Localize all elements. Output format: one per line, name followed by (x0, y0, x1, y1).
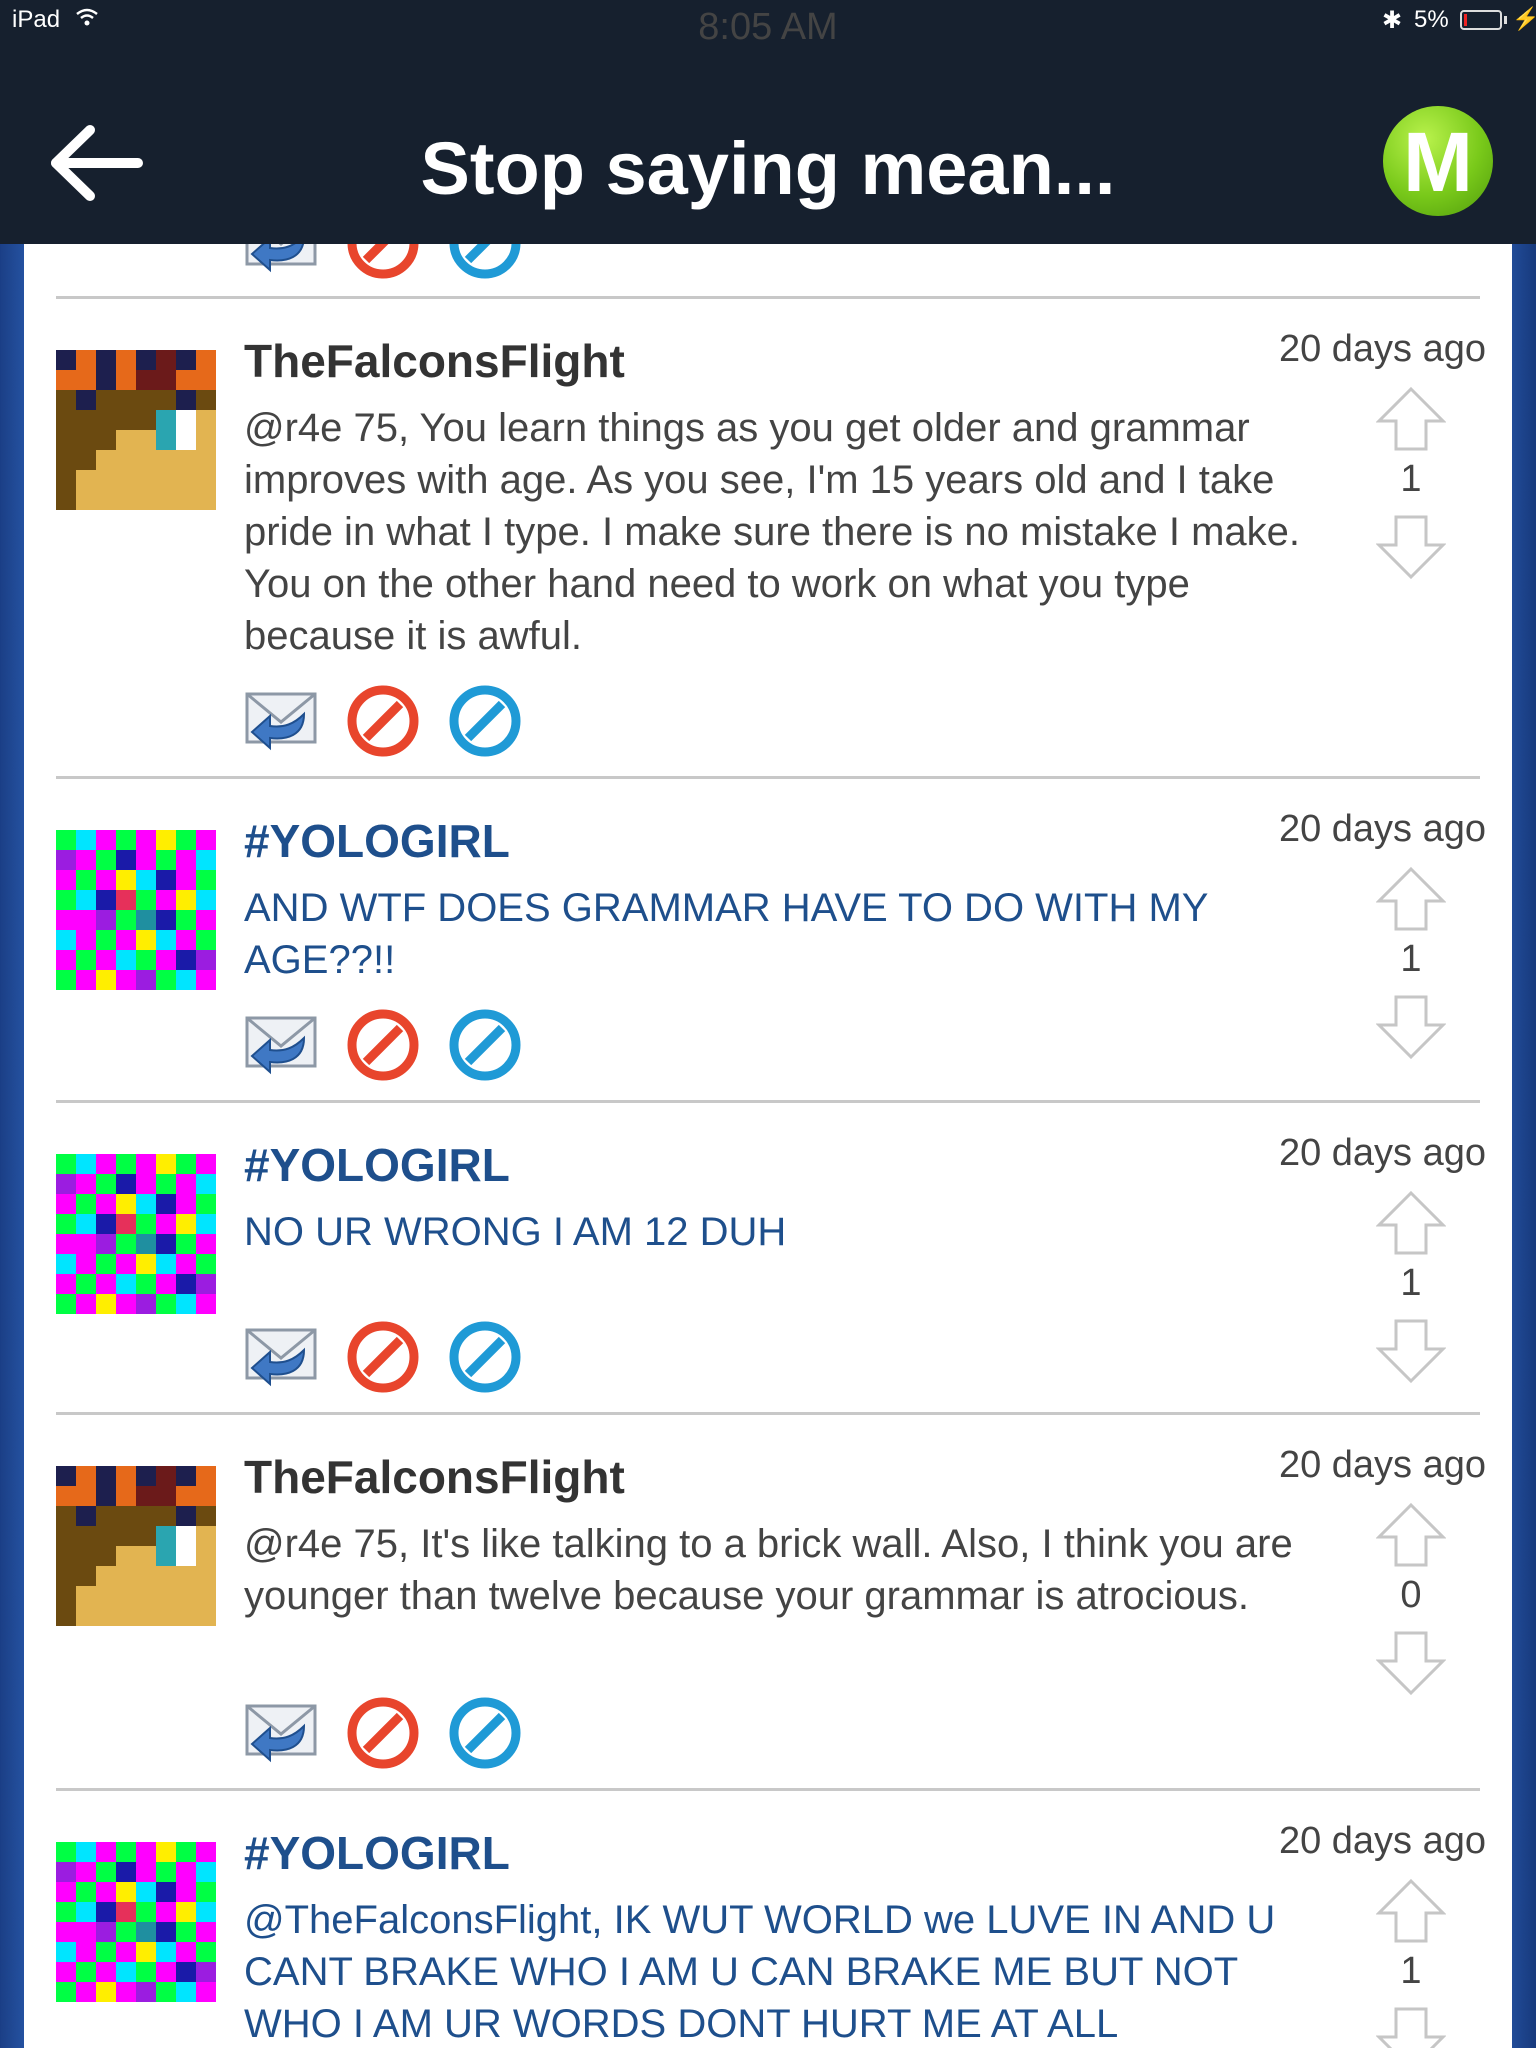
vote-score: 1 (1400, 458, 1422, 500)
charging-bolt-icon: ⚡ (1512, 6, 1536, 31)
avatar[interactable] (56, 830, 216, 990)
upvote-arrow-icon[interactable] (1376, 1878, 1446, 1944)
comment-text: NO UR WRONG I AM 12 DUH (244, 1210, 787, 1254)
avatar[interactable] (56, 1842, 216, 2002)
comment-list[interactable]: TheFalconsFlight 20 days ago @r4e 75, Yo… (24, 244, 1512, 2048)
vote-score: 0 (1400, 1574, 1422, 1616)
upvote-arrow-icon[interactable] (1376, 1190, 1446, 1256)
comment-text: @r4e 75, You learn things as you get old… (244, 406, 1301, 658)
comment-timestamp: 20 days ago (1278, 808, 1486, 850)
comment-timestamp: 20 days ago (1278, 328, 1486, 370)
comment-timestamp: 20 days ago (1278, 1820, 1486, 1862)
vote-score: 1 (1400, 1950, 1422, 1992)
reply-envelope-icon[interactable] (244, 684, 318, 758)
downvote-arrow-icon[interactable] (1376, 514, 1446, 580)
downvote-arrow-icon[interactable] (1376, 2006, 1446, 2048)
comment-username[interactable]: #YOLOGIRL (244, 1138, 510, 1192)
logo-letter: M (1403, 115, 1473, 209)
reply-envelope-icon[interactable] (244, 1320, 318, 1394)
battery-icon (1460, 10, 1502, 30)
upvote-arrow-icon[interactable] (1376, 386, 1446, 452)
comment-text: @r4e 75, It's like talking to a brick wa… (244, 1522, 1293, 1618)
comment-username[interactable]: #YOLOGIRL (244, 1826, 510, 1880)
divider (56, 1788, 1480, 1791)
vote-score: 1 (1400, 938, 1422, 980)
upvote-arrow-icon[interactable] (1376, 1502, 1446, 1568)
battery-nub (1504, 16, 1507, 24)
avatar[interactable] (56, 1154, 216, 1314)
avatar[interactable] (56, 1466, 216, 1626)
block-red-icon[interactable] (346, 1696, 420, 1770)
vote-score: 1 (1400, 1262, 1422, 1304)
ignore-blue-icon[interactable] (448, 1008, 522, 1082)
divider (56, 1100, 1480, 1103)
ignore-blue-icon[interactable] (448, 244, 522, 280)
status-bar: iPad 8:05 AM ✱ 5% ⚡ (0, 0, 1536, 48)
reply-envelope-icon[interactable] (244, 244, 318, 280)
ignore-blue-icon[interactable] (448, 684, 522, 758)
block-red-icon[interactable] (346, 1008, 420, 1082)
block-red-icon[interactable] (346, 684, 420, 758)
comment-timestamp: 20 days ago (1278, 1444, 1486, 1486)
comment-timestamp: 20 days ago (1278, 1132, 1486, 1174)
avatar[interactable] (56, 350, 216, 510)
comment-username[interactable]: TheFalconsFlight (244, 1450, 625, 1504)
page-title: Stop saying mean... (420, 127, 1116, 210)
downvote-arrow-icon[interactable] (1376, 1630, 1446, 1696)
nav-bar: Stop saying mean... M (0, 42, 1536, 244)
block-red-icon[interactable] (346, 244, 420, 280)
block-red-icon[interactable] (346, 1320, 420, 1394)
ignore-blue-icon[interactable] (448, 1696, 522, 1770)
app-logo-button[interactable]: M (1383, 106, 1493, 216)
divider (56, 296, 1480, 299)
battery-percent: 5% (1414, 6, 1449, 33)
ignore-blue-icon[interactable] (448, 1320, 522, 1394)
comment-text: @TheFalconsFlight, IK WUT WORLD we LUVE … (244, 1898, 1276, 2046)
bluetooth-icon: ✱ (1382, 7, 1403, 34)
reply-envelope-icon[interactable] (244, 1696, 318, 1770)
downvote-arrow-icon[interactable] (1376, 1318, 1446, 1384)
comment-text: AND WTF DOES GRAMMAR HAVE TO DO WITH MY … (244, 886, 1208, 982)
comment-username[interactable]: #YOLOGIRL (244, 814, 510, 868)
comment-username[interactable]: TheFalconsFlight (244, 334, 625, 388)
upvote-arrow-icon[interactable] (1376, 866, 1446, 932)
downvote-arrow-icon[interactable] (1376, 994, 1446, 1060)
divider (56, 1412, 1480, 1415)
reply-envelope-icon[interactable] (244, 1008, 318, 1082)
divider (56, 776, 1480, 779)
